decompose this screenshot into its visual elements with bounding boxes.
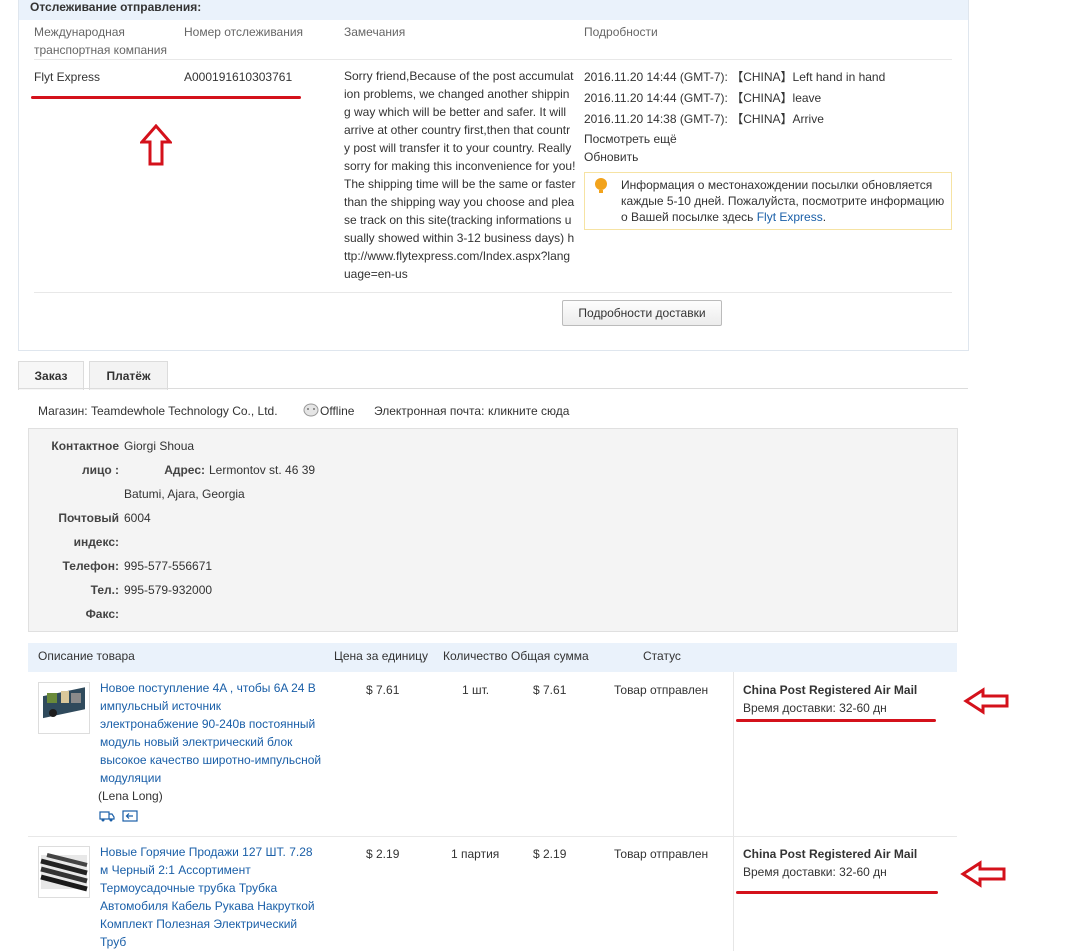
unit-price: $ 2.19: [366, 847, 400, 861]
info-text-end: .: [822, 210, 827, 224]
truck-icon[interactable]: [99, 810, 115, 822]
zip-label: индекс:: [73, 535, 119, 549]
contact-label: Контактное: [51, 439, 119, 453]
tab-payment[interactable]: Платёж: [89, 361, 168, 390]
shipping-method: China Post Registered Air Mail: [743, 847, 918, 861]
tracking-info-text: Информация о местонахождении посылки обн…: [621, 177, 946, 225]
col-header-remarks: Замечания: [344, 25, 406, 39]
item-status: Товар отправлен: [614, 683, 709, 697]
col-header-details: Подробности: [584, 25, 658, 39]
tracking-event: 2016.11.20 14:38 (GMT-7): 【CHINA】Arrive: [584, 112, 824, 126]
chat-offline-icon[interactable]: [303, 403, 319, 418]
tel-value: 995-579-932000: [124, 583, 213, 597]
lightbulb-icon: [595, 178, 607, 193]
th-total: Общая сумма: [511, 649, 589, 663]
total-amount: $ 2.19: [533, 847, 567, 861]
product-thumbnail[interactable]: [38, 846, 90, 898]
store-name-link[interactable]: Teamdewhole Technology Co., Ltd.: [91, 402, 278, 420]
shipping-company: Flyt Express: [34, 70, 101, 84]
email-label: Электронная почта:: [374, 404, 485, 418]
return-icon[interactable]: [122, 810, 138, 822]
tracking-info-box: Информация о местонахождении посылки обн…: [584, 172, 952, 230]
unit-price: $ 7.61: [366, 683, 400, 697]
tracking-event: 2016.11.20 14:44 (GMT-7): 【CHINA】Left ha…: [584, 70, 886, 84]
th-description: Описание товара: [38, 649, 135, 663]
store-label: Магазин:: [38, 404, 88, 418]
phone-label: Телефон:: [62, 559, 119, 573]
tracking-event: 2016.11.20 14:44 (GMT-7): 【CHINA】leave: [584, 91, 822, 105]
quantity: 1 партия: [451, 847, 500, 861]
tracking-header: Отслеживание отправления:: [19, 0, 968, 20]
tracking-panel: Отслеживание отправления: Международная …: [18, 0, 969, 351]
col-header-tracking-number: Номер отслеживания: [184, 25, 304, 39]
contact-label: лицо :: [81, 463, 119, 477]
delivery-details-button[interactable]: Подробности доставки: [562, 300, 722, 326]
product-title-link[interactable]: Новое поступление 4A , чтобы 6A 24 В имп…: [100, 679, 322, 787]
zip-label: Почтовый: [58, 511, 119, 525]
annotation-underline: [31, 96, 301, 99]
tracking-number: A00019161030376​1: [184, 70, 293, 84]
th-status: Статус: [643, 649, 681, 663]
delivery-time: Время доставки: 32-60 дн: [743, 701, 887, 715]
annotation-arrow-up-icon: [140, 124, 172, 166]
col-header-company: Международная транспортная компания: [34, 25, 167, 57]
annotation-underline: [736, 891, 938, 894]
item-status: Товар отправлен: [614, 847, 709, 861]
total-amount: $ 7.61: [533, 683, 567, 697]
contact-value: Giorgi Shoua: [124, 439, 195, 453]
zip-value: 6004: [124, 511, 151, 525]
shipping-method: China Post Registered Air Mail: [743, 683, 918, 697]
product-title-link[interactable]: Новые Горячие Продажи 127 ШТ. 7.28 м Чер…: [100, 843, 322, 951]
annotation-underline: [736, 719, 936, 722]
phone-value: 995-577-556671: [124, 559, 213, 573]
contact-panel: Контактное лицо : Giorgi Shoua Адрес: Le…: [28, 428, 958, 632]
row-divider: [28, 836, 957, 837]
email-link[interactable]: кликните сюда: [488, 402, 569, 420]
see-more-link[interactable]: Посмотреть ещё: [584, 130, 677, 148]
divider: [34, 59, 952, 60]
th-unit-price: Цена за единицу: [334, 649, 429, 663]
offline-link[interactable]: Offline: [320, 402, 354, 420]
flyt-express-link[interactable]: Flyt Express: [757, 210, 823, 224]
product-thumbnail[interactable]: [38, 682, 90, 734]
tab-order[interactable]: Заказ: [18, 361, 84, 390]
quantity: 1 шт.: [462, 683, 490, 697]
th-quantity: Количество: [443, 649, 508, 663]
refresh-link[interactable]: Обновить: [584, 148, 638, 166]
seller-name: (Lena Long): [98, 789, 163, 803]
divider: [34, 292, 952, 293]
address-label: Адрес:: [164, 463, 205, 477]
product-table-header: Описание товара Цена за единицу Количест…: [28, 643, 957, 672]
tabs-baseline: [18, 388, 968, 389]
column-divider: [733, 672, 734, 951]
power-module-image-icon: [43, 687, 85, 719]
address-line2: Batumi, Ajara, Georgia: [124, 487, 245, 501]
delivery-time: Время доставки: 32-60 дн: [743, 865, 887, 879]
tracking-remark: Sorry friend,Because of the post accumul…: [344, 69, 576, 281]
annotation-arrow-left-icon: [963, 687, 1009, 715]
fax-label: Факс:: [85, 607, 119, 621]
address-line1: Lermontov st. 46 39: [209, 463, 316, 477]
tel-label: Тел.:: [90, 583, 119, 597]
annotation-arrow-left-icon: [960, 860, 1006, 888]
tracking-title: Отслеживание отправления:: [30, 0, 202, 14]
heat-shrink-tubes-image-icon: [40, 853, 88, 892]
